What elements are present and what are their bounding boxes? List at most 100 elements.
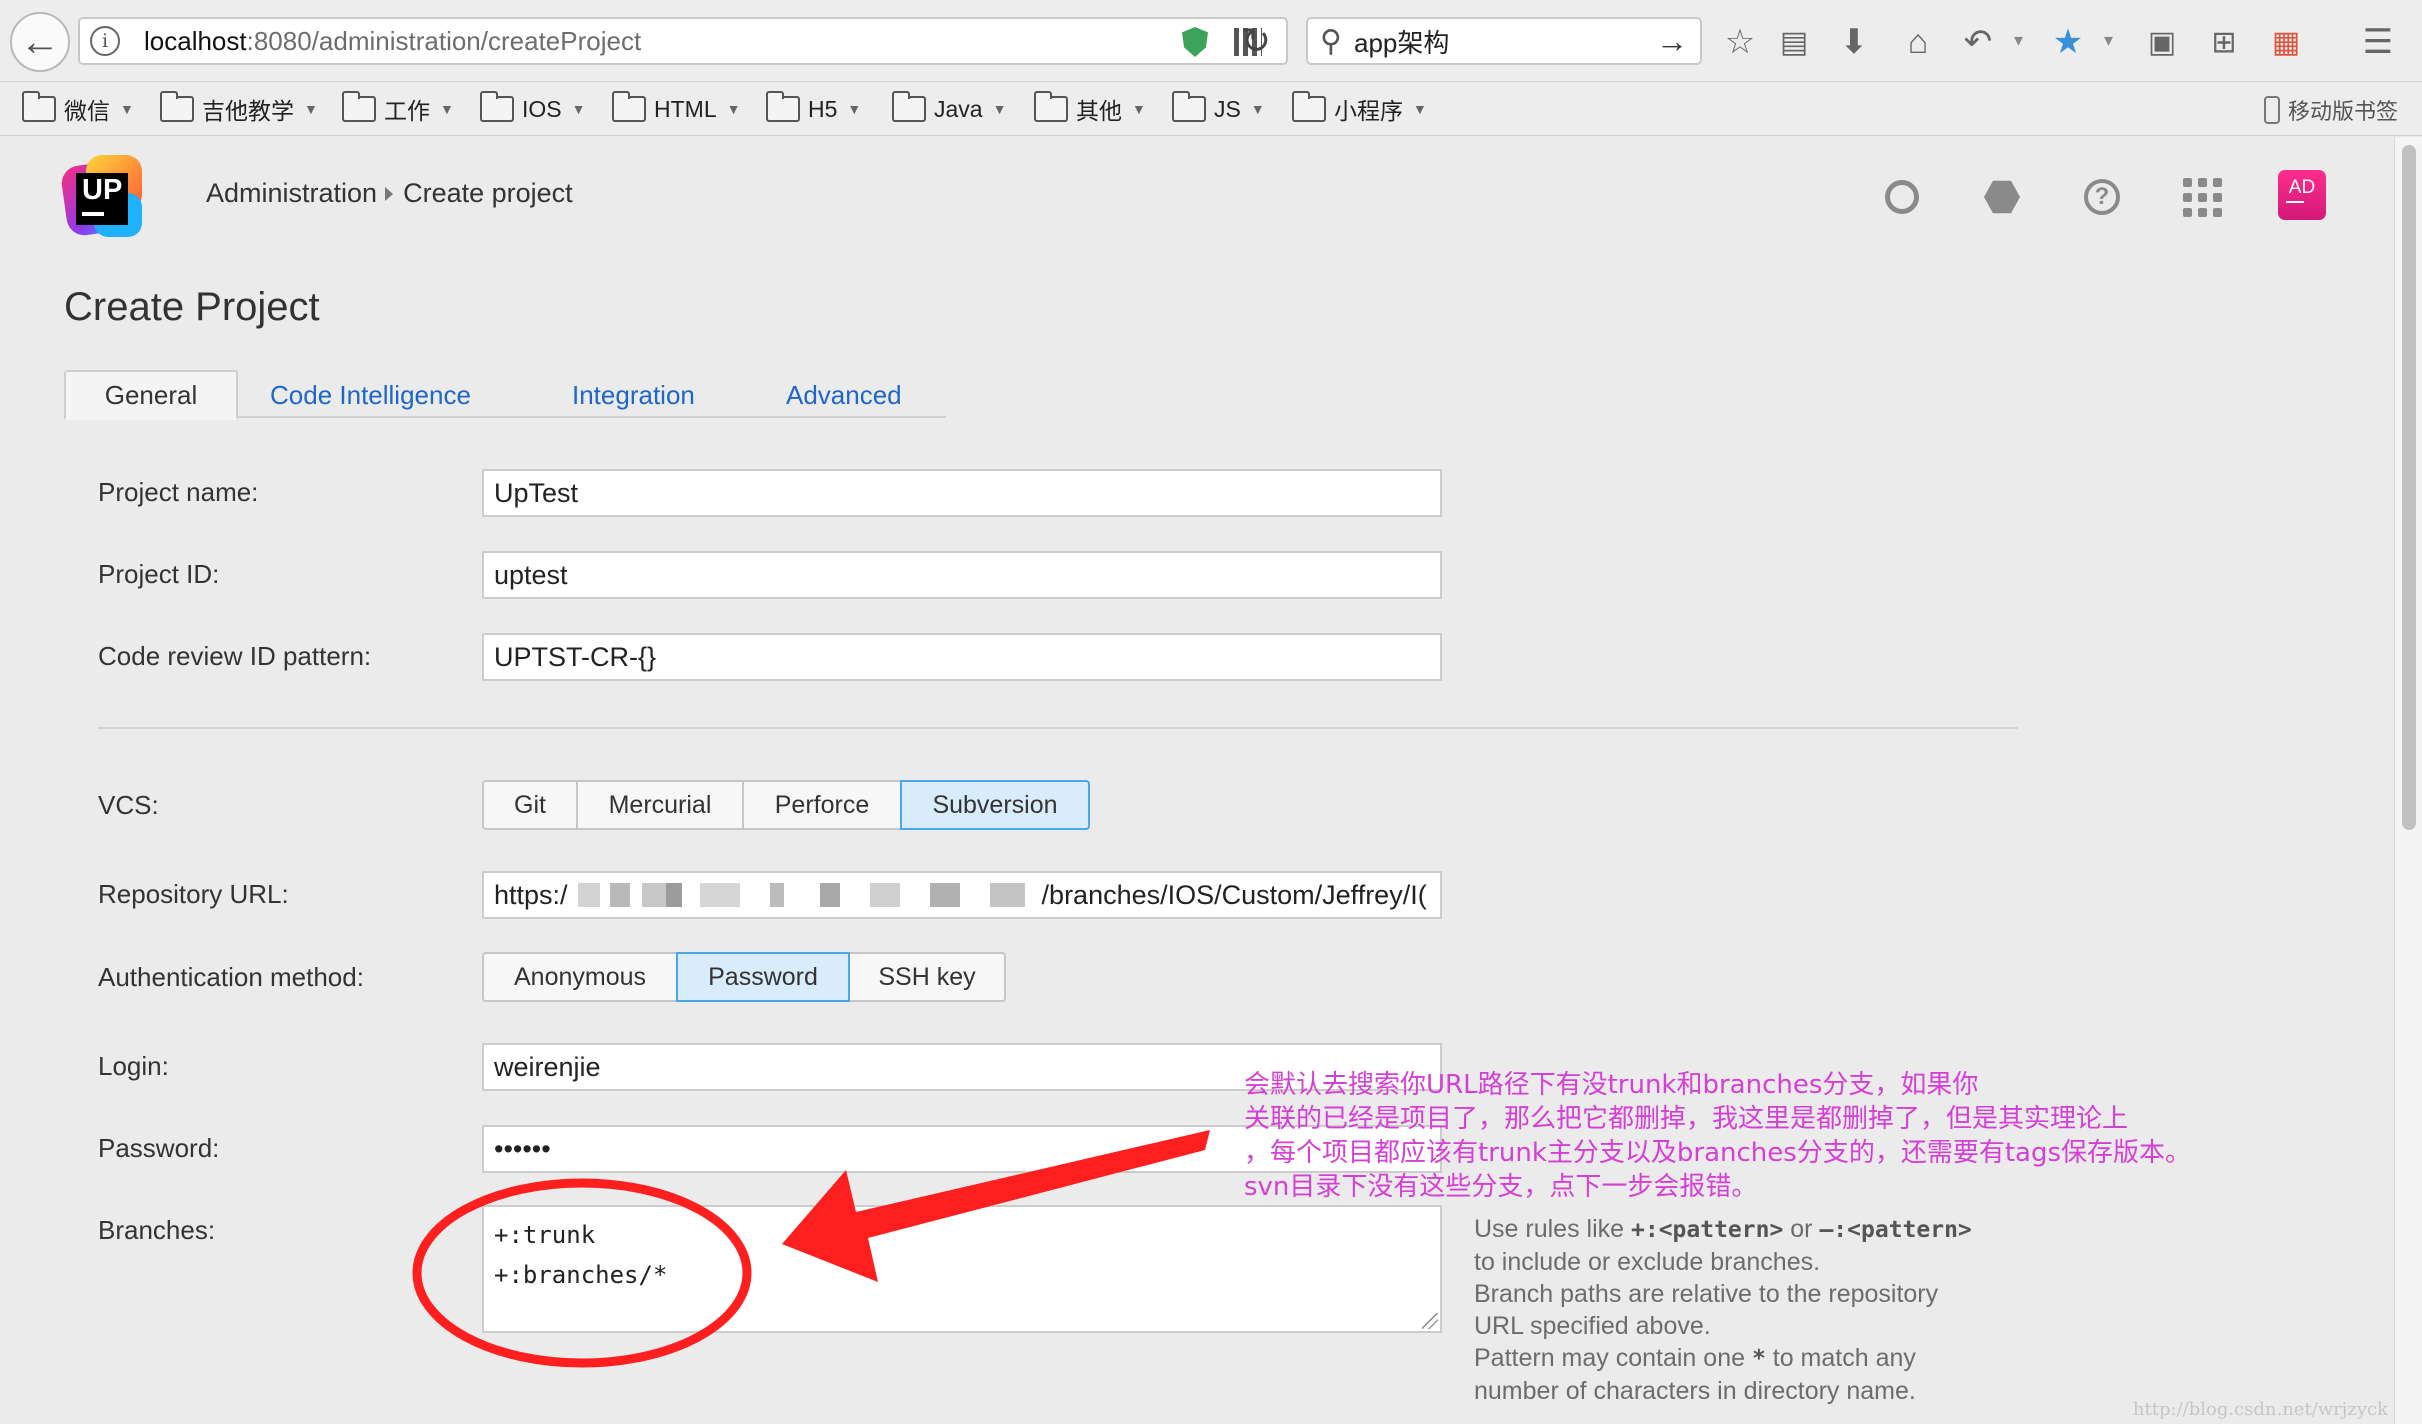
phone-icon bbox=[2263, 96, 2280, 124]
crop-icon[interactable]: ⊞ bbox=[2200, 18, 2248, 66]
search-icon bbox=[1885, 180, 1919, 214]
logo-text: UP bbox=[82, 174, 123, 206]
auth-password-button[interactable]: Password bbox=[676, 952, 850, 1002]
vcs-subversion-button[interactable]: Subversion bbox=[900, 780, 1090, 830]
folder-icon bbox=[612, 91, 646, 122]
vcs-git-button[interactable]: Git bbox=[482, 780, 578, 830]
train-icon[interactable]: ▣ bbox=[2138, 18, 2186, 66]
chevron-down-icon: ▼ bbox=[120, 101, 134, 117]
resize-grip-icon[interactable] bbox=[1422, 1313, 1438, 1329]
chevron-down-icon: ▼ bbox=[726, 101, 741, 117]
bookmark-folder[interactable]: Java ▼ bbox=[892, 90, 1006, 128]
tab-general[interactable]: General bbox=[64, 370, 238, 420]
branch-rule-line: +:trunk bbox=[494, 1221, 596, 1249]
breadcrumb: Administration Create project bbox=[206, 178, 573, 209]
shield-icon[interactable] bbox=[1182, 27, 1208, 57]
bookmark-folder[interactable]: 小程序 ▼ bbox=[1292, 90, 1427, 128]
bookmark-folder[interactable]: 其他 ▼ bbox=[1034, 90, 1146, 128]
bookmark-label: JS bbox=[1214, 95, 1241, 122]
bookmark-folder[interactable]: H5 ▼ bbox=[766, 90, 861, 128]
help-icon: ? bbox=[2084, 179, 2120, 215]
project-name-label: Project name: bbox=[98, 477, 259, 507]
search-query[interactable]: app架构 bbox=[1354, 23, 1449, 60]
bookmark-folder[interactable]: IOS ▼ bbox=[480, 90, 585, 128]
auth-method-selector: Anonymous Password SSH key bbox=[482, 952, 1006, 1002]
bookmark-label: 吉他教学 bbox=[202, 98, 294, 124]
chevron-down-icon: ▼ bbox=[304, 101, 318, 117]
star-icon[interactable]: ☆ bbox=[1716, 18, 1764, 66]
review-pattern-input[interactable]: UPTST-CR-{} bbox=[482, 633, 1442, 681]
project-name-input[interactable]: UpTest bbox=[482, 469, 1442, 517]
branch-rule-line: +:branches/* bbox=[494, 1261, 668, 1289]
reload-icon: ↻ bbox=[1240, 20, 1272, 61]
vcs-mercurial-button[interactable]: Mercurial bbox=[576, 780, 744, 830]
undo-icon[interactable]: ↶ bbox=[1954, 18, 2002, 66]
reading-list-icon[interactable]: ▤ bbox=[1770, 18, 1818, 66]
scrollbar-thumb[interactable] bbox=[2402, 145, 2416, 830]
avatar[interactable]: AD bbox=[2278, 170, 2326, 220]
repo-url-label: Repository URL: bbox=[98, 879, 289, 909]
repo-url-prefix: https:/ bbox=[494, 879, 568, 910]
settings-icon bbox=[1984, 180, 2020, 214]
bookmark-folder[interactable]: 工作 ▼ bbox=[342, 90, 454, 128]
url-path: :8080/administration/createProject bbox=[246, 25, 642, 56]
arrow-right-icon[interactable]: → bbox=[1656, 23, 1688, 60]
chevron-down-icon: ▼ bbox=[992, 101, 1007, 117]
annotation-note: 会默认去搜索你URL路径下有没trunk和branches分支，如果你 关联的已… bbox=[1244, 1068, 2344, 1204]
password-label: Password: bbox=[98, 1133, 220, 1163]
header-search-button[interactable] bbox=[1875, 170, 1929, 224]
project-id-input[interactable]: uptest bbox=[482, 551, 1442, 599]
bookmark-label: IOS bbox=[522, 95, 562, 122]
upsource-logo[interactable]: UP bbox=[59, 155, 144, 239]
extension-star-icon[interactable]: ★ bbox=[2044, 18, 2092, 66]
folder-icon bbox=[480, 91, 514, 122]
branches-textarea[interactable]: +:trunk +:branches/* bbox=[482, 1205, 1442, 1333]
tab-advanced[interactable]: Advanced bbox=[786, 370, 902, 420]
vcs-label: VCS: bbox=[98, 790, 159, 820]
tab-code-intelligence[interactable]: Code Intelligence bbox=[270, 370, 471, 420]
folder-icon bbox=[22, 91, 56, 122]
folder-icon bbox=[1172, 91, 1206, 122]
arrow-left-icon: ← bbox=[20, 19, 60, 64]
repo-url-input[interactable]: https:/ /branches/IOS/Custom/Jeffrey/I( bbox=[482, 871, 1442, 919]
apps-grid-icon bbox=[2182, 177, 2222, 217]
bookmark-label: 小程序 bbox=[1334, 98, 1403, 124]
auth-ssh-key-button[interactable]: SSH key bbox=[848, 952, 1006, 1002]
header-settings-button[interactable] bbox=[1975, 170, 2029, 224]
bookmark-folder[interactable]: JS ▼ bbox=[1172, 90, 1265, 128]
reload-button[interactable]: ↻ bbox=[1226, 18, 1286, 64]
bookmark-label: 其他 bbox=[1076, 98, 1122, 124]
bookmark-folder[interactable]: 微信 ▼ bbox=[22, 90, 134, 128]
url-host: localhost bbox=[144, 25, 247, 56]
download-icon[interactable]: ⬇ bbox=[1830, 18, 1878, 66]
chevron-down-icon: ▼ bbox=[1250, 101, 1265, 117]
extension-red-icon[interactable]: ▦ bbox=[2262, 18, 2310, 66]
home-icon[interactable]: ⌂ bbox=[1894, 18, 1942, 66]
info-icon[interactable]: i bbox=[90, 26, 120, 56]
chevron-down-icon: ▼ bbox=[847, 101, 862, 117]
chevron-down-icon[interactable]: ▾ bbox=[2014, 30, 2023, 51]
avatar-initials: AD bbox=[2288, 177, 2316, 198]
url-text[interactable]: localhost:8080/administration/createProj… bbox=[144, 26, 641, 57]
bookmark-folder[interactable]: 吉他教学 ▼ bbox=[160, 90, 318, 128]
folder-icon bbox=[160, 91, 194, 122]
auth-anonymous-button[interactable]: Anonymous bbox=[482, 952, 678, 1002]
search-bar[interactable]: ⚲ app架构 → bbox=[1306, 17, 1702, 65]
breadcrumb-administration[interactable]: Administration bbox=[206, 178, 377, 209]
redacted-url-segment bbox=[569, 883, 1040, 907]
header-help-button[interactable]: ? bbox=[2075, 170, 2129, 224]
vcs-perforce-button[interactable]: Perforce bbox=[742, 780, 902, 830]
page-scrollbar[interactable] bbox=[2394, 137, 2422, 1424]
section-divider bbox=[98, 727, 2018, 729]
bookmark-folder[interactable]: HTML ▼ bbox=[612, 90, 740, 128]
folder-icon bbox=[1292, 91, 1326, 122]
mobile-bookmarks[interactable]: 移动版书签 bbox=[2263, 94, 2398, 126]
search-icon: ⚲ bbox=[1320, 24, 1342, 58]
bookmark-label: HTML bbox=[654, 95, 717, 122]
back-button[interactable]: ← bbox=[10, 12, 70, 72]
tab-integration[interactable]: Integration bbox=[572, 370, 695, 420]
header-apps-button[interactable] bbox=[2175, 170, 2229, 224]
chevron-down-icon[interactable]: ▾ bbox=[2104, 30, 2113, 51]
menu-icon[interactable]: ☰ bbox=[2354, 18, 2402, 66]
address-bar[interactable]: i localhost:8080/administration/createPr… bbox=[78, 17, 1288, 65]
